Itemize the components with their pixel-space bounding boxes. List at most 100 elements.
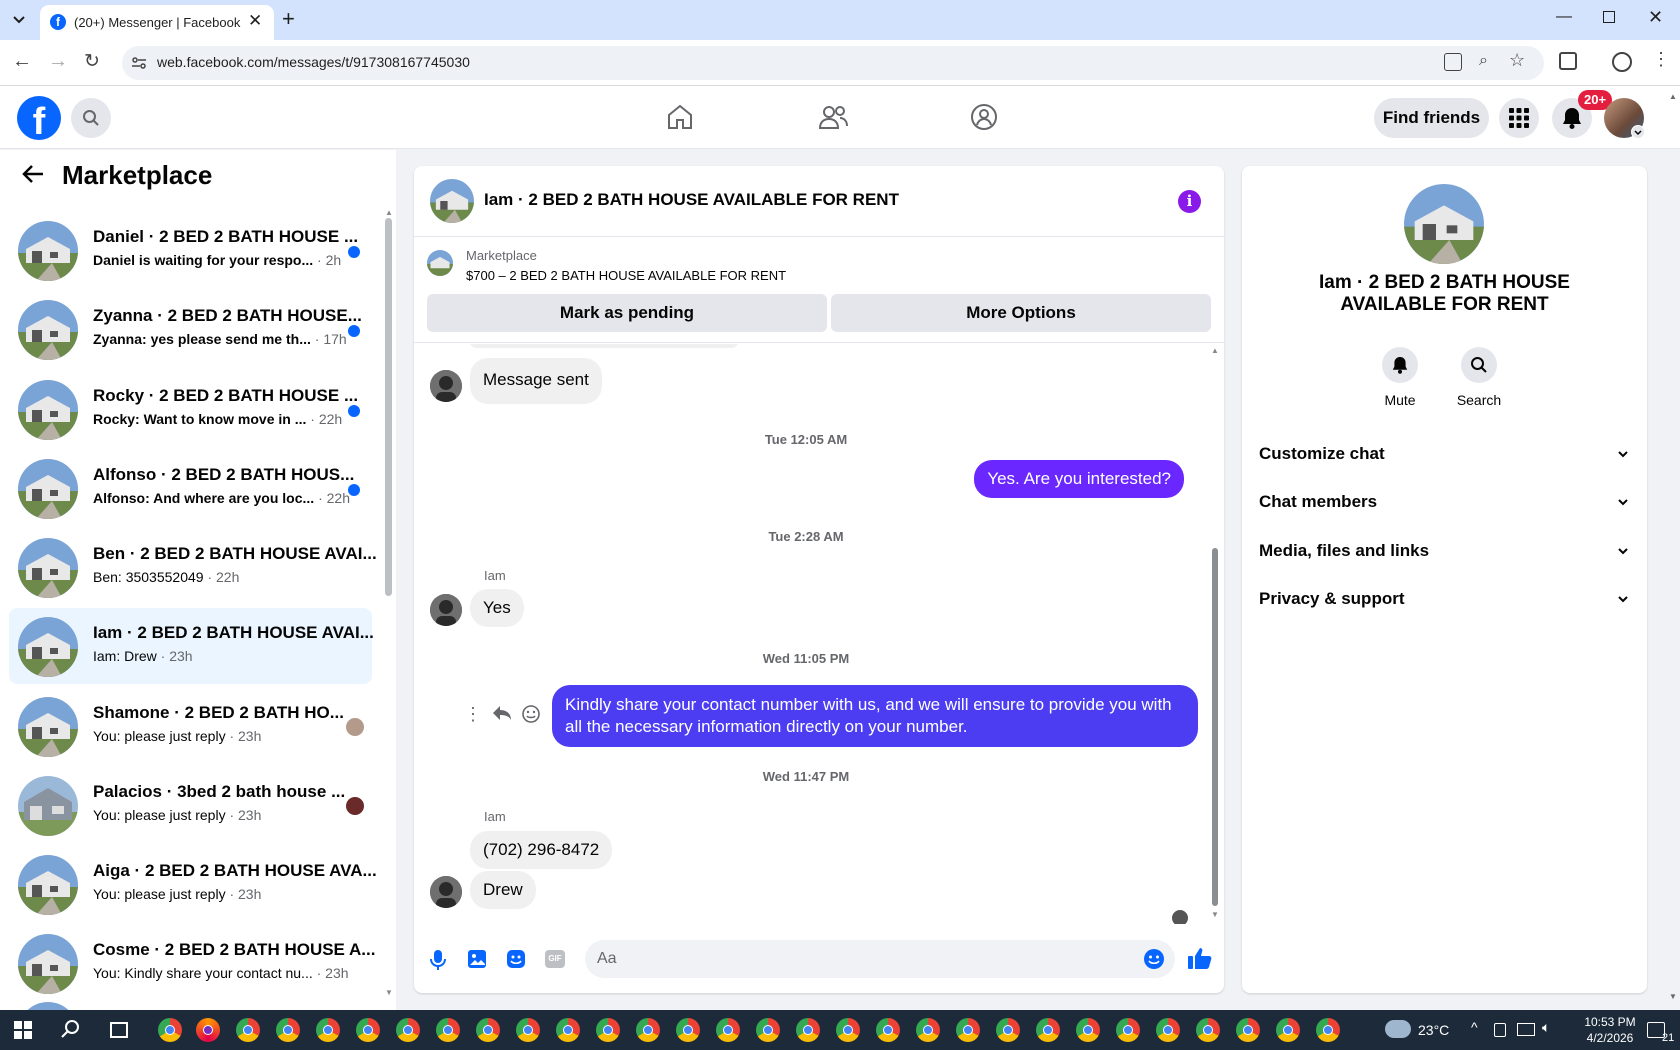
weather-icon[interactable] xyxy=(1385,1020,1411,1038)
chrome-taskbar-icon[interactable] xyxy=(676,1018,700,1042)
find-friends-button[interactable]: Find friends xyxy=(1374,98,1489,138)
chrome-taskbar-icon[interactable] xyxy=(396,1018,420,1042)
search-conversation-icon[interactable] xyxy=(1461,347,1497,383)
chrome-taskbar-icon[interactable] xyxy=(1196,1018,1220,1042)
chrome-taskbar-icon[interactable] xyxy=(158,1018,182,1042)
back-arrow-icon[interactable] xyxy=(22,164,44,184)
windows-start-icon[interactable] xyxy=(14,1021,32,1039)
chrome-taskbar-icon[interactable] xyxy=(796,1018,820,1042)
clock[interactable]: 10:53 PM 4/2/2026 xyxy=(1575,1014,1645,1046)
sidebar-scrollbar-thumb[interactable] xyxy=(385,218,392,596)
chrome-taskbar-icon[interactable] xyxy=(756,1018,780,1042)
facebook-logo-icon[interactable]: f xyxy=(17,96,61,140)
more-options-button[interactable]: More Options xyxy=(831,294,1211,332)
sidebar-scrollbar[interactable]: ▲ ▼ xyxy=(384,208,393,998)
mute-bell-icon[interactable] xyxy=(1382,347,1418,383)
home-icon[interactable] xyxy=(666,104,694,130)
restore-icon[interactable] xyxy=(1603,11,1615,23)
chat-scrollbar[interactable]: ▲ ▼ xyxy=(1210,346,1220,919)
message-bubble-incoming[interactable]: Yes xyxy=(470,589,524,627)
browser-menu-icon[interactable]: ⋮ xyxy=(1652,49,1670,70)
reply-icon[interactable] xyxy=(492,704,512,722)
back-icon[interactable]: ← xyxy=(12,50,32,73)
conversation-item[interactable]: Zyanna · 2 BED 2 BATH HOUSE... Zyanna: ye… xyxy=(9,291,372,367)
message-bubble-outgoing[interactable]: Yes. Are you interested? xyxy=(974,460,1184,498)
message-bubble-incoming[interactable]: Drew xyxy=(470,871,536,909)
chrome-taskbar-icon[interactable] xyxy=(516,1018,540,1042)
reload-icon[interactable]: ↻ xyxy=(84,50,100,73)
chrome-taskbar-icon[interactable] xyxy=(556,1018,580,1042)
microphone-icon[interactable] xyxy=(429,949,447,971)
friends-icon[interactable] xyxy=(818,104,848,130)
chrome-taskbar-icon[interactable] xyxy=(436,1018,460,1042)
bookmark-star-icon[interactable]: ☆ xyxy=(1509,50,1525,71)
profile-icon[interactable] xyxy=(1612,52,1632,72)
chrome-taskbar-icon[interactable] xyxy=(1036,1018,1060,1042)
react-emoji-icon[interactable] xyxy=(521,704,541,724)
conversation-item[interactable]: Cosme · 2 BED 2 BATH HOUSE A... You: Kind… xyxy=(9,925,375,1001)
privacy-support-section[interactable]: Privacy & support xyxy=(1259,579,1629,619)
sender-avatar[interactable] xyxy=(430,370,462,402)
chrome-taskbar-icon[interactable] xyxy=(1156,1018,1180,1042)
chrome-taskbar-icon[interactable] xyxy=(636,1018,660,1042)
listing-title[interactable]: $700 – 2 BED 2 BATH HOUSE AVAILABLE FOR … xyxy=(466,268,786,283)
taskbar-search-icon[interactable] xyxy=(60,1019,80,1039)
window-close-icon[interactable]: ✕ xyxy=(1648,7,1663,28)
sender-avatar[interactable] xyxy=(430,594,462,626)
chat-title[interactable]: Iam · 2 BED 2 BATH HOUSE AVAILABLE FOR R… xyxy=(484,190,899,210)
tab-close-icon[interactable]: ✕ xyxy=(248,11,262,31)
emoji-icon[interactable] xyxy=(1143,948,1165,970)
conversation-item[interactable]: Alfonso · 2 BED 2 BATH HOUS... Alfonso: A… xyxy=(9,450,372,526)
new-tab-icon[interactable]: + xyxy=(282,6,295,32)
more-actions-icon[interactable]: ⋮ xyxy=(464,704,482,725)
tab-search-icon[interactable] xyxy=(9,10,29,30)
listing-thumbnail[interactable] xyxy=(427,250,453,276)
install-app-icon[interactable] xyxy=(1444,53,1462,71)
chrome-taskbar-icon[interactable] xyxy=(996,1018,1020,1042)
chrome-taskbar-icon[interactable] xyxy=(876,1018,900,1042)
volume-icon[interactable]: 🔈︎ xyxy=(1542,1019,1550,1036)
chrome-taskbar-icon[interactable] xyxy=(956,1018,980,1042)
conversation-item[interactable]: Shamone · 2 BED 2 BATH HO... You: please … xyxy=(9,688,372,764)
contact-avatar[interactable] xyxy=(1404,184,1484,264)
conversation-item[interactable]: Palacios · 3bed 2 bath house ... You: ple… xyxy=(9,767,372,843)
weather-temp[interactable]: 23°C xyxy=(1418,1022,1449,1038)
chat-scrollbar-thumb[interactable] xyxy=(1212,548,1218,906)
chrome-taskbar-icon[interactable] xyxy=(276,1018,300,1042)
photo-icon[interactable] xyxy=(467,949,487,969)
chrome-taskbar-icon[interactable] xyxy=(836,1018,860,1042)
search-icon[interactable] xyxy=(71,98,111,138)
message-input[interactable]: Aa xyxy=(585,940,1175,978)
conversation-item[interactable]: Rocky · 2 BED 2 BATH HOUSE ... Rocky: Wan… xyxy=(9,371,372,447)
sticker-icon[interactable] xyxy=(506,949,526,969)
chrome-taskbar-icon[interactable] xyxy=(596,1018,620,1042)
site-info-icon[interactable] xyxy=(131,55,147,71)
chrome-taskbar-icon[interactable] xyxy=(1236,1018,1260,1042)
browser-tab[interactable]: f (20+) Messenger | Facebook ✕ xyxy=(40,5,274,40)
tray-chevron-icon[interactable]: ^ xyxy=(1471,1019,1478,1035)
chrome-taskbar-icon[interactable] xyxy=(1316,1018,1340,1042)
zoom-icon[interactable]: ⌕ xyxy=(1479,52,1488,70)
firefox-taskbar-icon[interactable] xyxy=(196,1018,220,1042)
chrome-taskbar-icon[interactable] xyxy=(316,1018,340,1042)
menu-grid-icon[interactable] xyxy=(1499,98,1539,138)
chrome-taskbar-icon[interactable] xyxy=(476,1018,500,1042)
like-thumbs-up-icon[interactable] xyxy=(1187,946,1213,970)
account-chevron-icon[interactable] xyxy=(1631,125,1645,139)
chrome-taskbar-icon[interactable] xyxy=(1276,1018,1300,1042)
message-bubble-outgoing[interactable]: Kindly share your contact number with us… xyxy=(552,685,1198,747)
chat-header-avatar[interactable] xyxy=(430,179,474,223)
conversation-item[interactable]: Aiga · 2 BED 2 BATH HOUSE AVA... You: ple… xyxy=(9,846,377,922)
conversation-item[interactable]: Daniel · 2 BED 2 BATH HOUSE ... Daniel is… xyxy=(9,212,372,288)
chrome-taskbar-icon[interactable] xyxy=(916,1018,940,1042)
tray-app-icon[interactable] xyxy=(1494,1023,1506,1037)
message-bubble-incoming[interactable]: (702) 296-8472 xyxy=(470,831,613,869)
gif-icon[interactable]: GIF xyxy=(545,950,565,968)
page-scrollbar[interactable]: ▲ ▼ xyxy=(1668,92,1678,1007)
network-icon[interactable] xyxy=(1517,1023,1535,1036)
chrome-taskbar-icon[interactable] xyxy=(1076,1018,1100,1042)
address-bar[interactable]: web.facebook.com/messages/t/917308167745… xyxy=(122,46,1544,80)
task-view-icon[interactable] xyxy=(110,1022,128,1038)
chrome-taskbar-icon[interactable] xyxy=(236,1018,260,1042)
conversation-info-icon[interactable]: i xyxy=(1178,190,1201,213)
